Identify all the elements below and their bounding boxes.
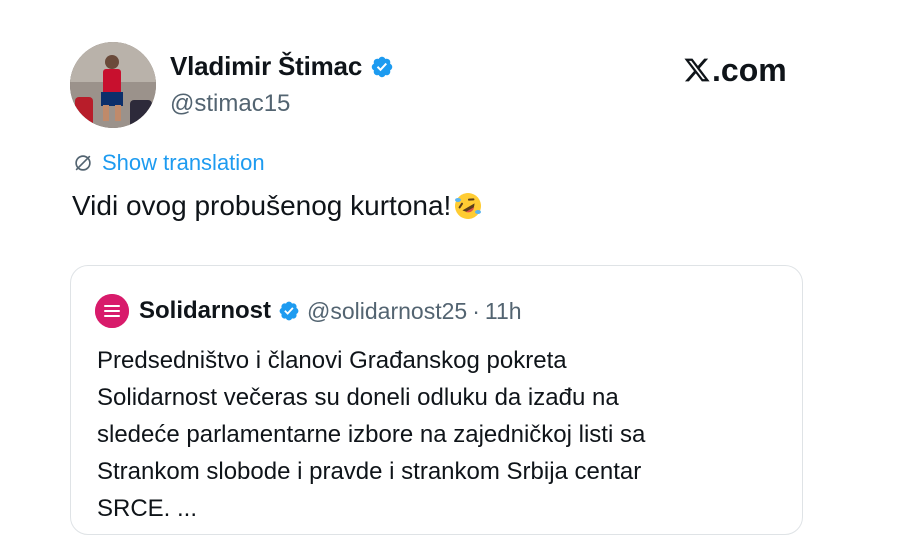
- author-name-row[interactable]: Vladimir Štimac: [170, 51, 394, 82]
- quoted-text-line: Solidarnost večeras su doneli odluku da …: [97, 384, 619, 411]
- quoted-tweet-time[interactable]: 11h: [485, 298, 522, 325]
- show-translation-link[interactable]: Show translation: [72, 150, 265, 176]
- verified-badge-icon: [370, 55, 394, 79]
- verified-badge-icon: [278, 300, 300, 322]
- author-name[interactable]: Vladimir Štimac: [170, 51, 362, 82]
- translate-icon: [72, 152, 94, 174]
- quoted-author-name[interactable]: Solidarnost: [139, 297, 271, 325]
- quoted-text-line: Strankom slobode i pravde i strankom Srb…: [97, 458, 642, 485]
- tweet-text: Vidi ovog probušenog kurtona!: [72, 190, 483, 222]
- rolling-on-the-floor-laughing-icon: [453, 191, 483, 221]
- quoted-tweet-header: Solidarnost @solidarnost25 · 11h: [95, 294, 522, 328]
- show-translation-label[interactable]: Show translation: [102, 150, 265, 176]
- x-com-logo: .com: [683, 52, 787, 89]
- quoted-text-line: SRCE. ...: [97, 495, 198, 522]
- profile-avatar[interactable]: [70, 42, 156, 128]
- meta-separator: ·: [472, 297, 480, 324]
- logo-domain-text: .com: [712, 52, 787, 88]
- author-handle[interactable]: @stimac15: [170, 90, 290, 118]
- x-logo-icon: [683, 56, 711, 84]
- tweet-text-content: Vidi ovog probušenog kurtona!: [72, 190, 452, 221]
- quoted-author-handle[interactable]: @solidarnost25: [307, 298, 467, 325]
- quoted-tweet-card[interactable]: Solidarnost @solidarnost25 · 11h Predsed…: [70, 265, 803, 535]
- quoted-text-line: sledeće parlamentarne izbore na zajednič…: [97, 421, 646, 448]
- quoted-text-line: Predsedništvo i članovi Građanskog pokre…: [97, 347, 567, 374]
- quoted-tweet-text: Predsedništvo i članovi Građanskog pokre…: [97, 342, 787, 527]
- quoted-author-avatar[interactable]: [95, 294, 129, 328]
